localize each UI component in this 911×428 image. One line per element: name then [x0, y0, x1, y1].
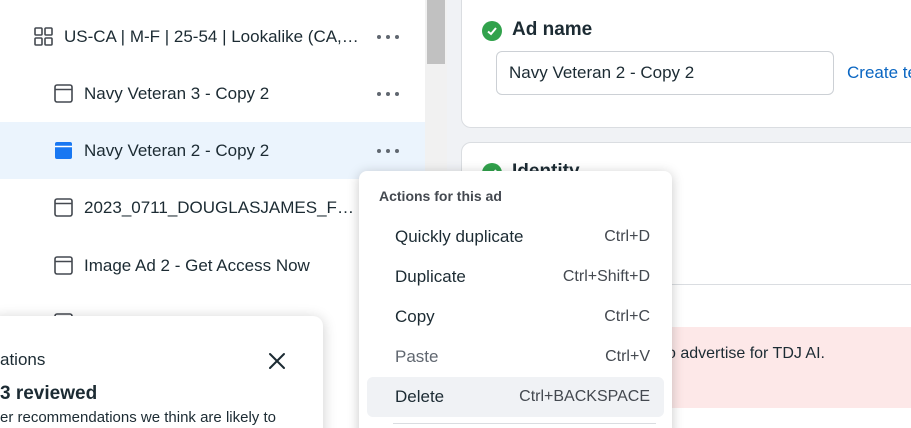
menu-item-shortcut: Ctrl+Shift+D: [562, 268, 650, 285]
menu-item-delete[interactable]: Delete Ctrl+BACKSPACE: [367, 377, 664, 417]
menu-item-shortcut: Ctrl+C: [604, 308, 650, 325]
ad-icon-selected: [54, 141, 73, 160]
menu-divider: [393, 423, 656, 424]
tree-row-ad-set[interactable]: US-CA | M-F | 25-54 | Lookalike (CA, ...: [0, 8, 425, 65]
tree-row-ad-selected[interactable]: Navy Veteran 2 - Copy 2: [0, 122, 425, 179]
more-horizontal-icon[interactable]: [375, 141, 401, 161]
ad-icon: [54, 84, 73, 103]
create-template-link[interactable]: Create ten: [847, 63, 911, 83]
recommendations-description: er recommendations we think are likely t…: [0, 409, 276, 426]
tree-scrollbar-thumb[interactable]: [427, 0, 445, 64]
error-text: o advertise for TDJ AI.: [667, 345, 825, 362]
menu-item-quickly-duplicate[interactable]: Quickly duplicate Ctrl+D: [367, 217, 664, 257]
ad-name-input[interactable]: [496, 51, 834, 95]
menu-item-shortcut: Ctrl+D: [604, 228, 650, 245]
ad-icon: [54, 256, 73, 275]
tree-row-label: US-CA | M-F | 25-54 | Lookalike (CA, ...: [64, 26, 360, 46]
menu-item-label: Duplicate: [395, 267, 466, 286]
menu-item-copy[interactable]: Copy Ctrl+C: [367, 297, 664, 337]
menu-item-label: Paste: [395, 347, 439, 366]
menu-header: Actions for this ad: [379, 188, 502, 204]
recommendations-title: ations: [0, 350, 46, 369]
ad-icon: [54, 198, 73, 217]
menu-item-label: Delete: [395, 387, 445, 406]
tree-row-label: Navy Veteran 3 - Copy 2: [84, 83, 270, 103]
close-icon[interactable]: [266, 350, 288, 372]
menu-item-duplicate[interactable]: Duplicate Ctrl+Shift+D: [367, 257, 664, 297]
more-horizontal-icon[interactable]: [375, 84, 401, 104]
ad-name-title: Ad name: [512, 19, 593, 40]
ad-set-grid-icon: [34, 27, 53, 46]
tree-row-label: Image Ad 2 - Get Access Now: [84, 255, 310, 275]
tree-row-label: Navy Veteran 2 - Copy 2: [84, 140, 270, 160]
tree-row-ad[interactable]: Navy Veteran 3 - Copy 2: [0, 65, 425, 122]
menu-item-label: Copy: [395, 307, 435, 326]
check-circle-icon: [482, 21, 502, 41]
menu-item-paste[interactable]: Paste Ctrl+V: [367, 337, 664, 377]
tree-row-label: 2023_0711_DOUGLASJAMES_FB...: [84, 197, 360, 217]
error-banner: [664, 327, 911, 408]
more-horizontal-icon[interactable]: [375, 27, 401, 47]
recommendations-reviewed-count: 3 reviewed: [0, 383, 98, 404]
recommendations-popup: ations 3 reviewed er recommendations we …: [0, 316, 323, 428]
menu-item-shortcut: Ctrl+BACKSPACE: [519, 388, 650, 405]
menu-item-label: Quickly duplicate: [395, 227, 524, 246]
ad-actions-menu: Actions for this ad Quickly duplicate Ct…: [359, 171, 672, 428]
ad-name-card: Ad name Create ten: [461, 0, 911, 128]
menu-item-shortcut: Ctrl+V: [605, 348, 650, 365]
